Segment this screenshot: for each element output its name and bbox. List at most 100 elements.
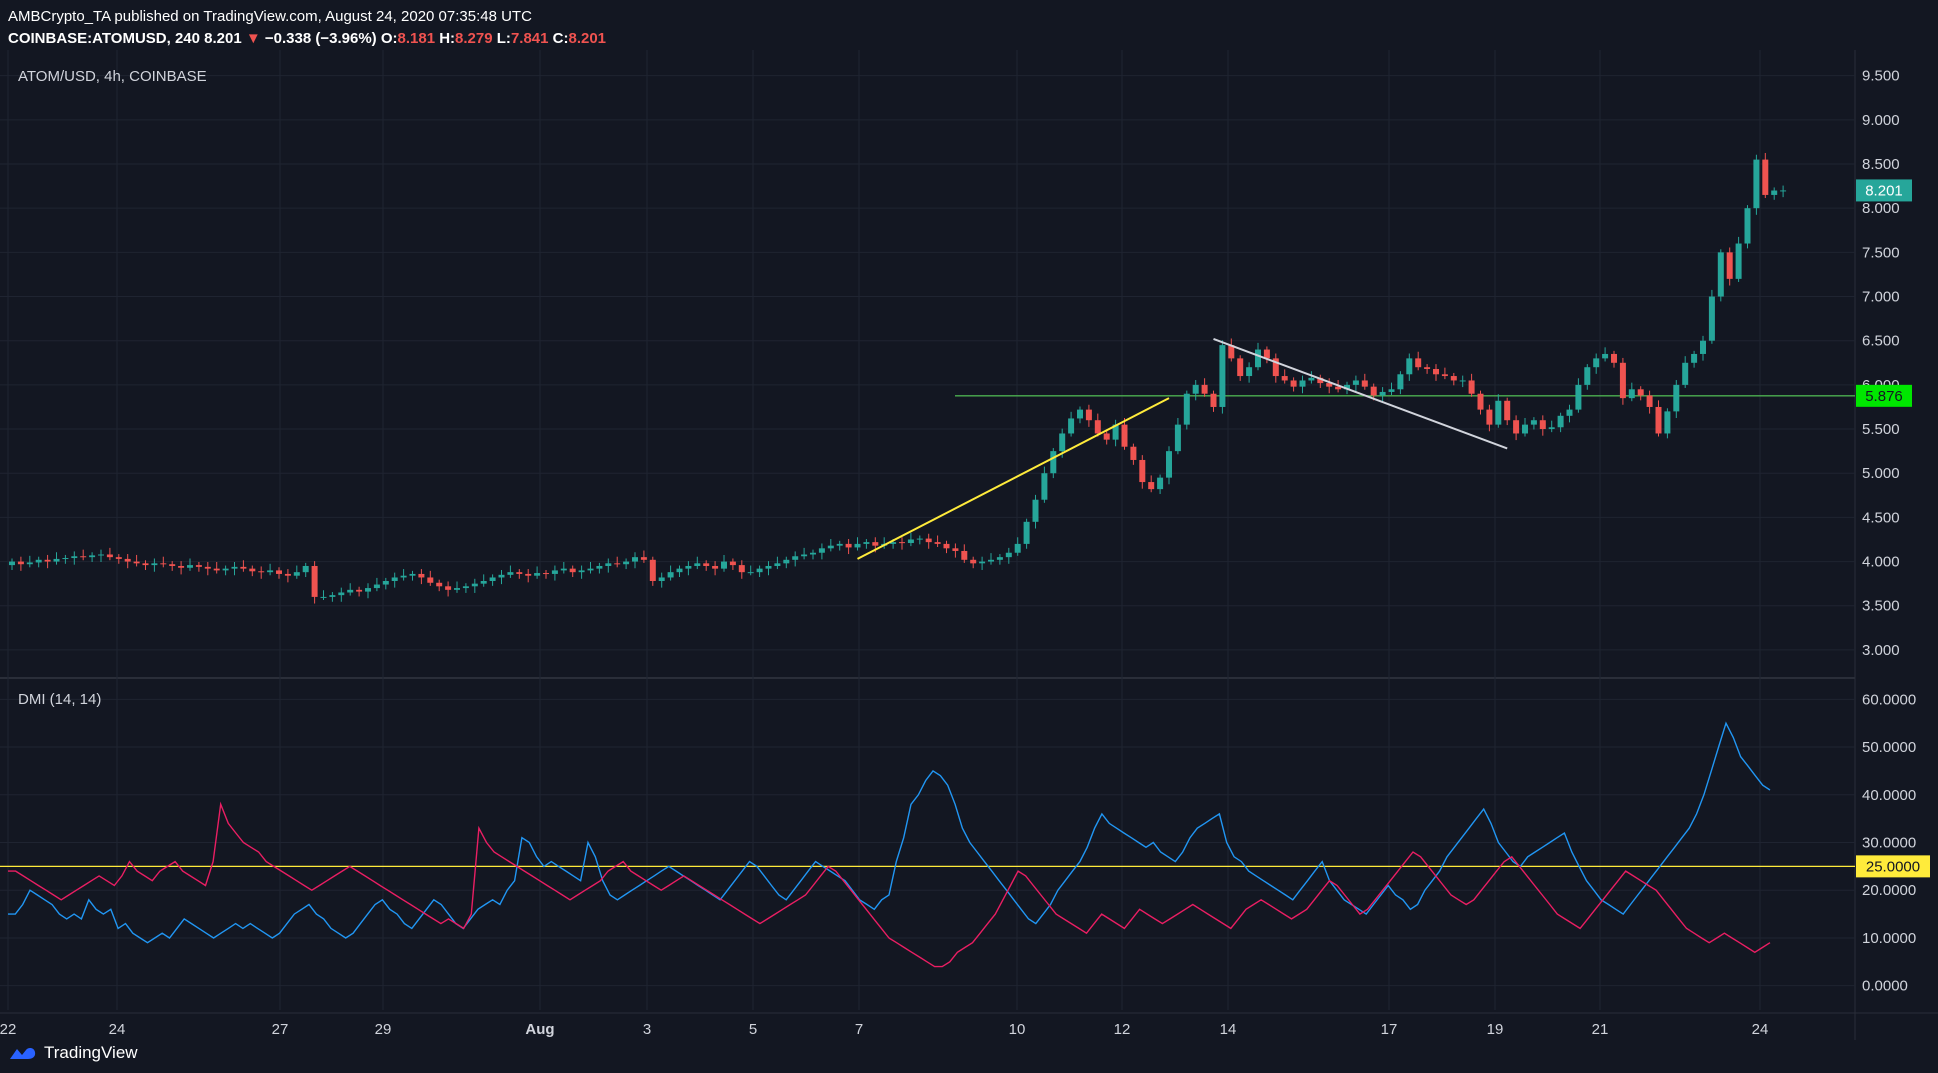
- candle-body: [1433, 368, 1439, 375]
- candle-body: [1717, 252, 1724, 297]
- candle-body: [329, 595, 336, 597]
- dmi-tick-label: 0.0000: [1862, 978, 1908, 995]
- candle-body: [62, 558, 69, 560]
- candle-body: [1611, 353, 1617, 363]
- candle-body: [1619, 362, 1626, 399]
- candle-body: [1566, 409, 1573, 416]
- candle-body: [1655, 406, 1662, 434]
- candle-body: [1130, 446, 1137, 460]
- low-label: L:: [496, 30, 511, 47]
- candle-body: [1290, 380, 1297, 387]
- candle-body: [836, 543, 843, 546]
- price-tick-label: 8.000: [1862, 200, 1900, 217]
- candle-body: [1602, 353, 1609, 359]
- high-label: H:: [439, 30, 456, 47]
- candle-body: [178, 565, 185, 568]
- chart-svg: 22 24 27 29 Aug 3 5 7 10 12 14 17 19 21 24 3.000 3.500 4.…: [0, 50, 1938, 1040]
- time-tick-label: 12: [1114, 1021, 1131, 1038]
- candle-body: [623, 561, 630, 565]
- candle-body: [1628, 389, 1635, 399]
- dmi-tick-label: 10.0000: [1862, 930, 1916, 947]
- tradingview-brand[interactable]: TradingView: [8, 1043, 138, 1063]
- candle-body: [436, 582, 443, 587]
- price-change: −0.338 (−3.96%): [264, 30, 377, 47]
- support-level-label: 5.876: [1865, 388, 1903, 405]
- dmi-tick-label: 20.0000: [1862, 882, 1916, 899]
- candle-body: [569, 568, 576, 573]
- time-tick-label: 14: [1220, 1021, 1237, 1038]
- candle-body: [240, 566, 247, 569]
- candle-body: [1103, 433, 1110, 440]
- brand-name: TradingView: [44, 1043, 138, 1062]
- candle-body: [382, 581, 389, 585]
- tradingview-logo-icon: [10, 1047, 36, 1059]
- candle-body: [276, 570, 282, 574]
- candle-body: [605, 563, 612, 566]
- candle-body: [578, 570, 585, 573]
- candle-body: [151, 563, 158, 566]
- candle-body: [1637, 389, 1644, 396]
- candle-body: [1593, 358, 1600, 368]
- candle-body: [480, 581, 487, 584]
- candle-body: [899, 542, 905, 544]
- candle-body: [1530, 420, 1537, 425]
- candle-body: [53, 558, 60, 562]
- candle-body: [1486, 409, 1493, 425]
- price-tick-label: 7.000: [1862, 289, 1900, 306]
- candle-body: [160, 563, 167, 565]
- price-tick-label: 3.000: [1862, 642, 1900, 659]
- candle-body: [863, 542, 870, 544]
- candle-body: [427, 577, 434, 583]
- candle-body: [1495, 400, 1502, 425]
- candle-body: [1281, 376, 1288, 381]
- candle-body: [204, 566, 211, 569]
- candle-body: [925, 538, 932, 543]
- candle-body: [712, 565, 719, 569]
- time-tick-label: 22: [0, 1021, 16, 1038]
- candle-body: [347, 589, 354, 593]
- plus-di-line: [8, 721, 1771, 944]
- candle-body: [1762, 159, 1769, 195]
- candle-body: [747, 572, 754, 574]
- candle-body: [551, 570, 558, 574]
- candle-body: [1014, 543, 1021, 553]
- time-tick-label: 17: [1381, 1021, 1398, 1038]
- candle-body: [543, 573, 549, 575]
- time-tick-label: 29: [375, 1021, 392, 1038]
- candle-body: [311, 565, 318, 597]
- candle-body: [1771, 190, 1778, 195]
- dmi-level-label: 25.0000: [1866, 858, 1920, 875]
- candle-body: [729, 561, 736, 566]
- ohlc-line: COINBASE:ATOMUSD, 240 8.201 ▼ −0.338 (−3…: [8, 28, 606, 50]
- candle-body: [1691, 353, 1698, 363]
- candle-body: [676, 568, 683, 573]
- dmi-tick-label: 30.0000: [1862, 835, 1916, 852]
- candle-body: [133, 561, 140, 564]
- candle-body: [1664, 411, 1671, 434]
- candle-body: [1584, 367, 1591, 385]
- candle-body: [1077, 409, 1083, 419]
- time-tick-label: 10: [1009, 1021, 1026, 1038]
- candle-body: [1513, 420, 1520, 434]
- down-arrow-icon: ▼: [245, 30, 261, 47]
- last-price: 8.201: [204, 30, 242, 47]
- candle-body: [1673, 384, 1680, 412]
- candle-body: [418, 573, 425, 578]
- candle-body: [801, 554, 808, 557]
- candle-body: [1700, 340, 1706, 354]
- candle-body: [1397, 374, 1404, 390]
- candle-body: [516, 572, 523, 574]
- candle-body: [907, 539, 914, 544]
- candle-body: [1139, 459, 1146, 483]
- candle-body: [1477, 393, 1484, 410]
- candle-body: [489, 577, 496, 582]
- symbol-name[interactable]: COINBASE:ATOMUSD, 240: [8, 30, 200, 47]
- time-tick-label: 24: [1752, 1021, 1769, 1038]
- minus-di-line: [8, 801, 1771, 968]
- price-tick-label: 9.000: [1862, 112, 1900, 129]
- candle-body: [1459, 380, 1466, 382]
- time-tick-label: 24: [109, 1021, 126, 1038]
- candle-body: [1157, 477, 1164, 490]
- candle-body: [1424, 367, 1431, 369]
- candle-body: [462, 586, 469, 589]
